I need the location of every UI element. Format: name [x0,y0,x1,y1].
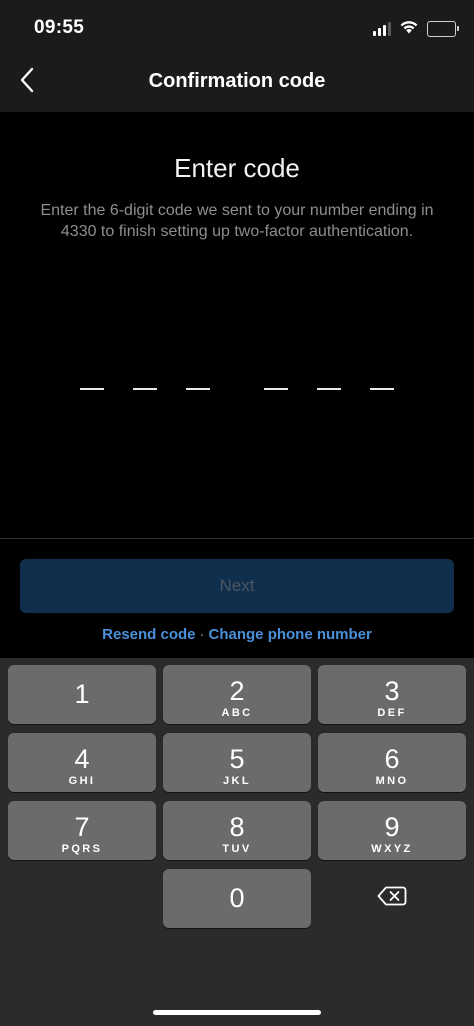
code-slot-1 [80,388,104,390]
key-digit: 6 [384,744,400,774]
key-8[interactable]: 8 TUV [163,801,311,860]
backspace-icon [377,886,407,911]
status-icons [373,19,459,39]
key-6[interactable]: 6 MNO [318,733,466,792]
enter-code-heading: Enter code [174,153,300,183]
key-0[interactable]: 0 [163,869,311,928]
key-letters: DEF [377,707,407,719]
code-links: Resend code · Change phone number [0,626,474,643]
key-4[interactable]: 4 GHI [8,733,156,792]
code-description: Enter the 6-digit code we sent to your n… [40,202,434,240]
code-slot-3 [186,388,210,390]
key-letters: GHI [68,775,96,787]
key-letters: PQRS [61,843,103,855]
link-separator: · [199,626,205,643]
key-7[interactable]: 7 PQRS [8,801,156,860]
code-slot-5 [317,388,341,390]
key-3[interactable]: 3 DEF [318,665,466,724]
status-time: 09:55 [34,17,85,38]
page-title: Confirmation code [148,70,326,92]
battery-icon [427,21,459,37]
key-2[interactable]: 2 ABC [163,665,311,724]
key-digit: 2 [229,676,245,706]
key-letters: TUV [222,843,252,855]
top-bar: 09:55 Confirmation code [0,0,474,112]
resend-code-link[interactable]: Resend code [102,626,195,643]
key-letters: WXYZ [371,843,413,855]
key-9[interactable]: 9 WXYZ [318,801,466,860]
key-letters: MNO [375,775,409,787]
key-digit: 5 [229,744,245,774]
key-digit: 7 [74,812,90,842]
key-digit: 8 [229,812,245,842]
next-button[interactable]: Next [20,559,454,613]
signal-icon [373,22,391,36]
divider [0,538,474,539]
key-digit: 4 [74,744,90,774]
change-phone-link[interactable]: Change phone number [209,626,372,643]
key-digit: 1 [74,679,90,709]
wifi-icon [399,19,419,39]
code-slot-4 [264,388,288,390]
home-indicator [153,1010,321,1015]
numeric-keypad: 1 2 ABC 3 DEF 4 GHI 5 JKL 6 MNO 7 PQRS 8… [0,658,474,1026]
code-slot-2 [133,388,157,390]
key-digit: 0 [229,883,245,913]
key-letters: JKL [223,775,251,787]
key-1[interactable]: 1 [8,665,156,724]
key-5[interactable]: 5 JKL [163,733,311,792]
key-letters: ABC [221,707,253,719]
delete-key[interactable] [318,869,466,928]
key-digit: 3 [384,676,400,706]
key-digit: 9 [384,812,400,842]
code-slot-6 [370,388,394,390]
